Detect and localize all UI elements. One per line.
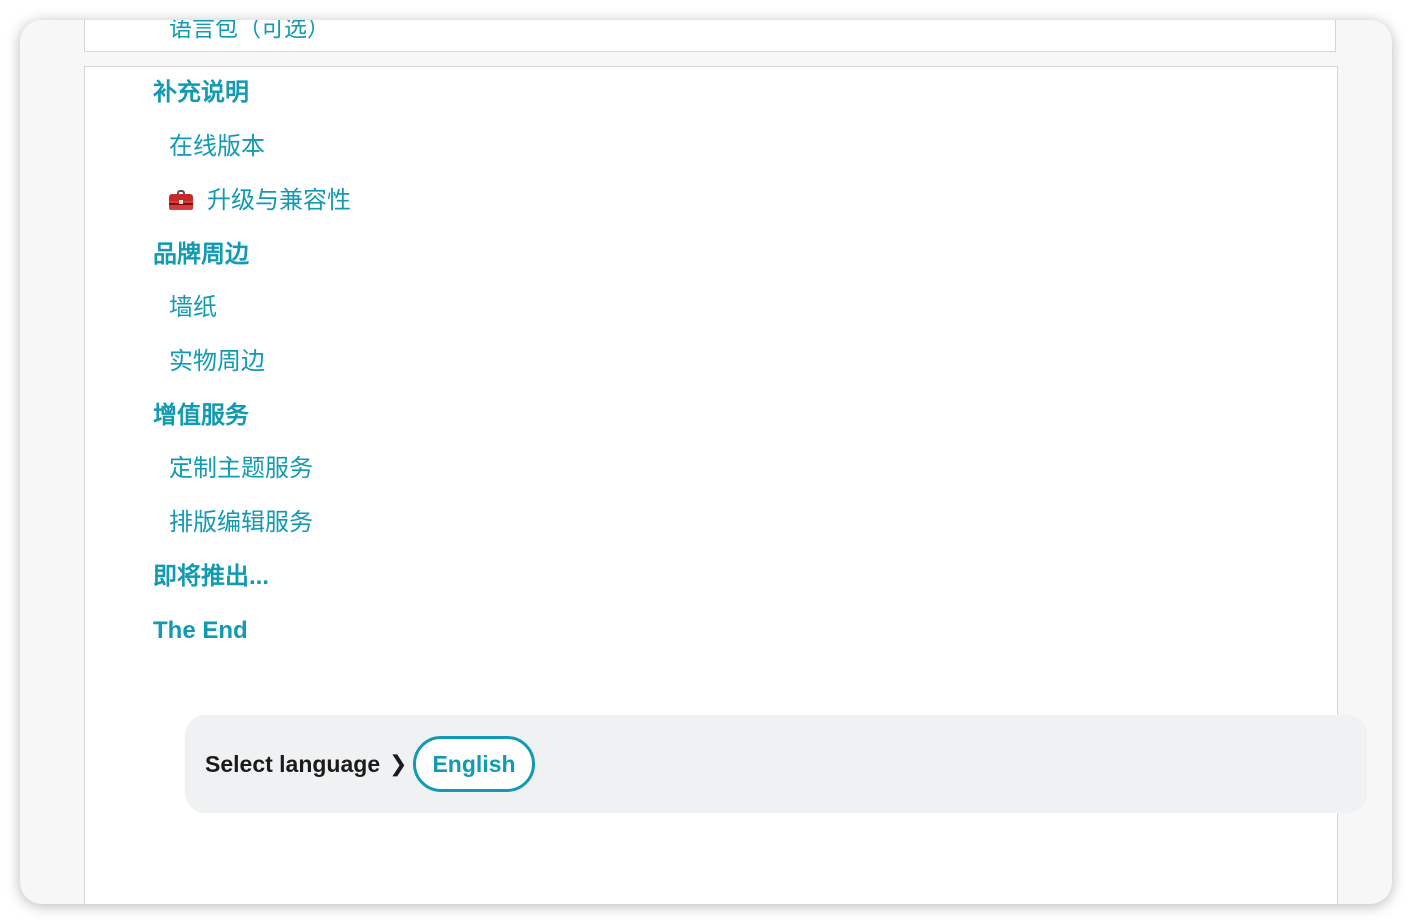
select-language-label: Select language (205, 751, 381, 777)
nav-link-language-pack[interactable]: 语言包（可选） (169, 20, 330, 43)
sidebar-nav-panel: 补充说明 在线版本 升级与兼容性 品牌周边 墙纸 实物周边 增值服务 定制主题服… (84, 66, 1367, 904)
nav-link-layout-edit[interactable]: 排版编辑服务 (169, 511, 313, 535)
language-selector-bar: Select language ❯ English (185, 715, 1367, 813)
nav-section-value-added[interactable]: 增值服务 (153, 404, 249, 428)
browser-window: 语言包（可选） 补充说明 在线版本 升级与兼容性 品牌周边 墙纸 实物周边 增值… (20, 20, 1392, 904)
nav-link-online-version[interactable]: 在线版本 (169, 135, 265, 159)
nav-section-the-end[interactable]: The End (153, 619, 248, 643)
nav-link-upgrade-compat[interactable]: 升级与兼容性 (169, 189, 351, 213)
nav-link-wallpaper[interactable]: 墙纸 (169, 296, 217, 320)
nav-section-brand-merch[interactable]: 品牌周边 (153, 243, 249, 267)
nav-section-supplementary[interactable]: 补充说明 (153, 81, 249, 105)
nav-link-label: 升级与兼容性 (207, 187, 351, 214)
previous-panel: 语言包（可选） (84, 20, 1336, 52)
nav-section-coming-soon[interactable]: 即将推出... (153, 565, 269, 589)
toolbox-icon (169, 190, 193, 210)
nav-link-custom-theme[interactable]: 定制主题服务 (169, 457, 313, 481)
chevron-right-icon: ❯ (389, 751, 408, 776)
language-button-english[interactable]: English (413, 736, 535, 792)
nav-link-physical-merch[interactable]: 实物周边 (169, 350, 265, 374)
